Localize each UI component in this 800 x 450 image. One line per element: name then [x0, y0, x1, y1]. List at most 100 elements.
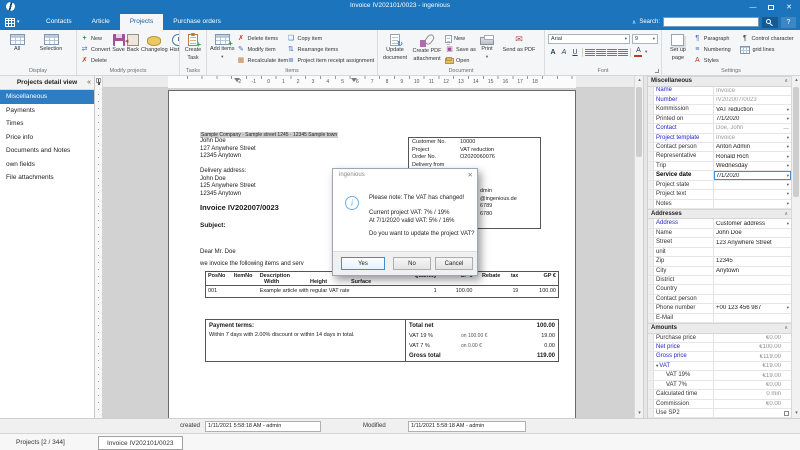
open-button[interactable]: Open: [445, 56, 475, 65]
italic-button[interactable]: A: [559, 47, 569, 57]
dropdown-caret-icon[interactable]: ▾: [787, 191, 789, 197]
cancel-button[interactable]: Cancel: [435, 257, 473, 270]
control-character-button[interactable]: ¶Control character: [740, 34, 798, 43]
checkbox[interactable]: [784, 411, 789, 416]
align-justify-button[interactable]: [618, 47, 628, 57]
dialog-close-icon[interactable]: ✕: [468, 171, 473, 179]
dropdown-caret-icon[interactable]: ▾: [787, 163, 789, 169]
update-document-button[interactable]: ↻ Update document: [381, 32, 409, 66]
field-value-printed-on[interactable]: 7/1/2020▾: [714, 115, 791, 123]
set-up-page-button[interactable]: Set up page: [665, 32, 691, 66]
rearrange-items-button[interactable]: ⇅Rearrange items: [286, 45, 375, 54]
tab-projects[interactable]: Projects: [120, 14, 163, 30]
save-button[interactable]: Save: [112, 32, 125, 66]
sidebar-item-miscellaneous[interactable]: Miscellaneous: [0, 90, 94, 104]
field-value-name[interactable]: John Doe: [714, 229, 791, 237]
sidebar-item-documents-and-notes[interactable]: Documents and Notes: [0, 144, 94, 158]
field-value-unit[interactable]: [714, 248, 791, 256]
collapse-ribbon-icon[interactable]: ∧: [632, 19, 636, 26]
new-project-button[interactable]: +New: [80, 34, 110, 43]
panel-section-header-addresses[interactable]: Addresses∧: [648, 209, 791, 220]
sidebar-item-times[interactable]: Times: [0, 117, 94, 131]
section-collapse-icon[interactable]: ∧: [784, 211, 788, 217]
indent-marker-icon[interactable]: [351, 78, 357, 82]
modify-item-button[interactable]: ✎Modify item: [236, 45, 284, 54]
new-document-button[interactable]: New: [445, 34, 475, 43]
field-value-address[interactable]: Customer address▾: [714, 219, 791, 227]
maximize-button[interactable]: [762, 0, 780, 14]
field-value-e-mail[interactable]: [714, 314, 791, 322]
print-button[interactable]: Print ▾: [477, 32, 497, 66]
field-value-district[interactable]: [714, 276, 791, 284]
font-family-select[interactable]: Arial ▾: [548, 34, 630, 44]
dropdown-caret-icon[interactable]: ▾: [787, 107, 789, 113]
paragraph-button[interactable]: ¶Paragraph: [693, 34, 739, 43]
font-color-button[interactable]: A: [633, 47, 644, 57]
panel-scrollbar[interactable]: ▴ ▾: [791, 76, 800, 418]
field-value-number[interactable]: IV202007/0023: [714, 96, 791, 104]
tab-projects-list[interactable]: Projects [2 / 344]: [8, 436, 73, 450]
yes-button[interactable]: Yes: [341, 257, 385, 270]
field-value-trip[interactable]: Wednesday▾: [714, 162, 791, 170]
create-task-button[interactable]: + Create Task: [183, 32, 203, 66]
receipt-assignment-button[interactable]: ≣Project item receipt assignment: [286, 56, 375, 65]
field-value-vat-7[interactable]: €0.00: [714, 381, 791, 389]
indent-marker-icon[interactable]: [234, 78, 240, 82]
dropdown-caret-icon[interactable]: ▾: [787, 154, 789, 160]
document-scrollbar[interactable]: ▴ ▾: [634, 76, 643, 418]
history-button[interactable]: History: [170, 32, 180, 66]
modified-value-field[interactable]: 1/11/2021 5:58:18 AM - admin: [408, 421, 526, 432]
sidebar-item-file-attachments[interactable]: File attachments: [0, 171, 94, 185]
dropdown-caret-icon[interactable]: ▾: [787, 201, 789, 207]
field-value-calculated-time[interactable]: 0 min: [714, 390, 791, 398]
search-button[interactable]: [762, 17, 778, 28]
field-value-street[interactable]: 123 Anywhere Street: [714, 238, 791, 246]
dropdown-caret-icon[interactable]: ▾: [787, 144, 789, 150]
field-value-project-state[interactable]: ▾: [714, 181, 791, 189]
dropdown-caret-icon[interactable]: ▾: [787, 182, 789, 188]
convert-button[interactable]: ⇄Convert: [80, 45, 110, 54]
underline-button[interactable]: U: [570, 47, 580, 57]
scrollbar-thumb[interactable]: [793, 87, 799, 197]
field-value-country[interactable]: [714, 285, 791, 293]
selection-button[interactable]: Selection: [33, 32, 69, 66]
field-value-service-date[interactable]: 7/1/2020▾: [714, 171, 791, 179]
font-dialog-launcher-icon[interactable]: [655, 69, 659, 73]
align-left-button[interactable]: [585, 47, 595, 57]
back-button[interactable]: ◂ Back: [127, 32, 139, 66]
search-input[interactable]: [663, 17, 759, 27]
field-value-vat[interactable]: €19.00: [714, 362, 791, 370]
field-value-city[interactable]: Anytown: [714, 267, 791, 275]
scroll-up-icon[interactable]: ▴: [792, 76, 800, 85]
field-value-use-sp2[interactable]: [714, 409, 791, 417]
recalculate-item-button[interactable]: ▦Recalculate item: [236, 56, 284, 65]
field-value-notes[interactable]: ▾: [714, 200, 791, 208]
minimize-button[interactable]: —: [744, 0, 762, 14]
numbering-button[interactable]: ≡Numbering: [693, 45, 739, 54]
tab-purchase-orders[interactable]: Purchase orders: [163, 14, 231, 30]
font-color-caret-icon[interactable]: ▾: [645, 50, 647, 54]
field-value-contact-person[interactable]: Anton Admin▾: [714, 143, 791, 151]
scrollbar-thumb[interactable]: [636, 87, 642, 157]
delete-project-button[interactable]: ✗Delete: [80, 56, 110, 65]
field-value-commission[interactable]: €0.00: [714, 400, 791, 408]
field-value-project-text[interactable]: ▾: [714, 190, 791, 198]
tab-stop-selector-icon[interactable]: [96, 78, 101, 83]
tab-invoice-document[interactable]: Invoice IV202101/0023: [98, 436, 183, 450]
expand-icon[interactable]: ▾: [656, 362, 658, 370]
close-button[interactable]: ✕: [780, 0, 798, 14]
align-center-button[interactable]: [596, 47, 606, 57]
all-button[interactable]: All: [3, 32, 31, 66]
changelog-button[interactable]: Changelog: [141, 32, 168, 66]
no-button[interactable]: No: [393, 257, 431, 270]
font-size-select[interactable]: 9 ▾: [632, 34, 658, 44]
scroll-down-icon[interactable]: ▾: [792, 409, 800, 418]
field-value-kommission[interactable]: VAT reduction▾: [714, 105, 791, 113]
dropdown-caret-icon[interactable]: ▾: [787, 116, 789, 122]
dropdown-caret-icon[interactable]: ▾: [787, 173, 789, 179]
sidebar-collapse-icon[interactable]: «: [87, 76, 91, 90]
dropdown-caret-icon[interactable]: ▾: [787, 135, 789, 141]
field-value-purchase-price[interactable]: €0.00: [714, 334, 791, 342]
field-value-name[interactable]: Invoice: [714, 87, 791, 95]
field-value-project-template[interactable]: Invoice▾: [714, 134, 791, 142]
